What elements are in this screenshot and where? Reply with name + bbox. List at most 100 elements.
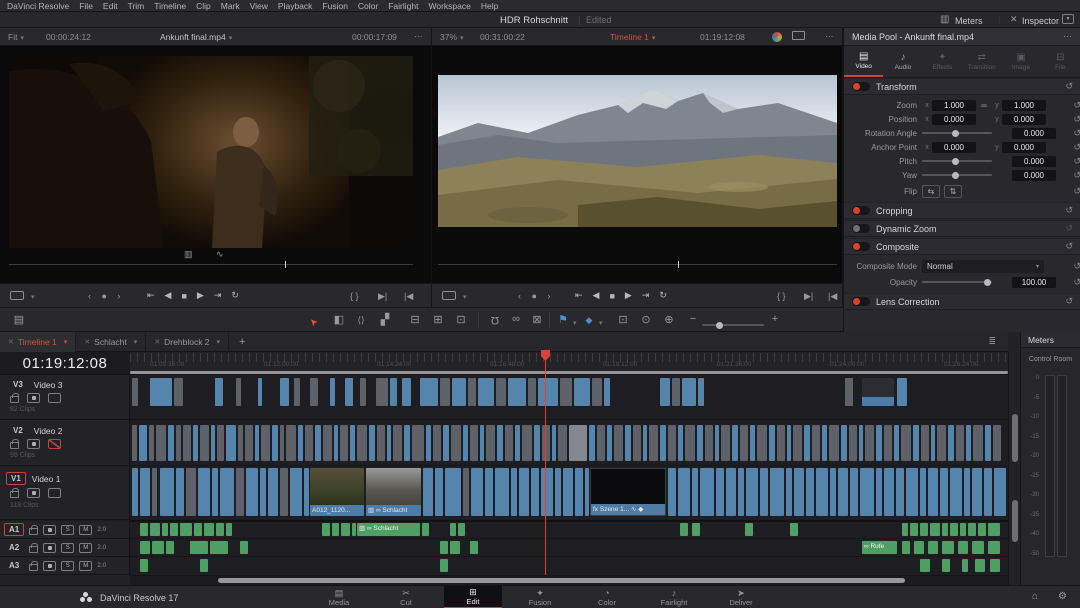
full-extent-zoom-icon[interactable]: ⊡ bbox=[614, 313, 632, 326]
timeline-clip[interactable] bbox=[682, 378, 696, 406]
scrollbar-handle[interactable] bbox=[1012, 500, 1018, 542]
timeline-clip[interactable] bbox=[445, 468, 461, 516]
timeline-clip[interactable] bbox=[420, 378, 438, 406]
timeline-clip[interactable] bbox=[816, 468, 828, 516]
tab-transition[interactable]: ⇄Transition bbox=[962, 46, 1001, 77]
timeline-clip[interactable] bbox=[745, 523, 753, 536]
source-options-menu[interactable]: ⋯ bbox=[414, 31, 423, 42]
timeline-clip[interactable] bbox=[485, 468, 493, 516]
timeline-clip[interactable] bbox=[884, 468, 894, 516]
timeline-clip[interactable] bbox=[990, 559, 1000, 572]
timeline-clip[interactable] bbox=[865, 425, 874, 461]
timeline-clip[interactable] bbox=[668, 468, 676, 516]
source-scrub-playhead[interactable] bbox=[285, 261, 286, 268]
reset-icon[interactable]: ↺ bbox=[1065, 81, 1073, 92]
timeline-clip[interactable] bbox=[897, 378, 907, 406]
timeline-clip[interactable] bbox=[726, 468, 736, 516]
timeline-clip[interactable] bbox=[458, 523, 465, 536]
timeline-clip[interactable] bbox=[194, 523, 202, 536]
timeline-clip[interactable] bbox=[422, 523, 429, 536]
timeline-clip[interactable] bbox=[443, 425, 449, 461]
source-timecode-duration[interactable]: 00:00:17:09 bbox=[352, 32, 397, 42]
timeline-clip[interactable] bbox=[345, 378, 353, 406]
timeline-clip[interactable] bbox=[975, 559, 985, 572]
close-icon[interactable]: ✕ bbox=[154, 338, 160, 346]
dynamic-trim-mode-tool[interactable]: ⟨⟩ bbox=[352, 315, 370, 326]
menu-item-edit[interactable]: Edit bbox=[103, 1, 118, 11]
timeline-ruler[interactable]: 01:09:36:00 01:12:00:00 01:14:24:00 01:1… bbox=[130, 352, 1008, 375]
timeline-clip[interactable] bbox=[258, 378, 262, 406]
timeline-clip[interactable] bbox=[649, 425, 658, 461]
source-scrub-bar[interactable] bbox=[9, 264, 413, 265]
auto-select-icon[interactable] bbox=[43, 543, 56, 553]
timeline-clip[interactable] bbox=[822, 425, 827, 461]
source-timecode-in[interactable]: 00:00:24:12 bbox=[46, 32, 91, 42]
timeline-clip[interactable] bbox=[519, 468, 529, 516]
timeline-horizontal-scrollbar[interactable] bbox=[130, 575, 1008, 585]
meters-toggle-button[interactable]: Meters bbox=[955, 16, 983, 26]
color-wheels-icon[interactable] bbox=[772, 32, 782, 42]
timeline-clip[interactable] bbox=[352, 523, 356, 536]
reset-icon[interactable]: ↺ bbox=[1073, 128, 1080, 139]
panel-layout-toggle-icon[interactable]: ▾ bbox=[1062, 14, 1074, 24]
timeline-clip[interactable] bbox=[377, 425, 385, 461]
timeline-clip[interactable] bbox=[790, 523, 798, 536]
detail-zoom-icon[interactable]: ⊙ bbox=[637, 313, 655, 326]
timeline-clip[interactable] bbox=[542, 425, 550, 461]
reset-icon[interactable]: ↺ bbox=[1065, 223, 1073, 234]
timeline-clip[interactable] bbox=[678, 468, 690, 516]
timeline-clip[interactable] bbox=[625, 425, 631, 461]
timeline-clip[interactable] bbox=[486, 425, 495, 461]
timeline-clip[interactable] bbox=[280, 468, 288, 516]
timeline-clip[interactable] bbox=[541, 468, 553, 516]
position-lock-icon[interactable]: ⊠ bbox=[528, 313, 546, 326]
zoom-out-button[interactable]: − bbox=[684, 313, 702, 325]
timeline-clip[interactable] bbox=[902, 541, 910, 554]
auto-select-icon[interactable] bbox=[27, 393, 40, 403]
timeline-clip[interactable] bbox=[452, 378, 466, 406]
timeline-clip[interactable] bbox=[186, 468, 196, 516]
razor-tool[interactable]: ▞ bbox=[376, 313, 394, 326]
timeline-clip[interactable] bbox=[884, 425, 892, 461]
timeline-clip[interactable] bbox=[984, 468, 992, 516]
source-display-mode-icon[interactable] bbox=[10, 291, 24, 300]
timeline-clip[interactable] bbox=[166, 541, 174, 554]
timeline-clip[interactable] bbox=[660, 378, 670, 406]
overwrite-clip-button[interactable]: ⊞ bbox=[429, 313, 447, 326]
section-transform[interactable]: Transform ↺ bbox=[844, 78, 1080, 95]
timeline-clip[interactable] bbox=[170, 523, 178, 536]
track-badge[interactable]: V3 bbox=[8, 378, 28, 391]
timeline-clip[interactable] bbox=[721, 425, 730, 461]
timeline-clip[interactable] bbox=[183, 425, 191, 461]
timeline-clip[interactable] bbox=[261, 425, 270, 461]
timeline-clip[interactable] bbox=[280, 378, 289, 406]
timeline-playhead[interactable] bbox=[545, 352, 546, 575]
timeline-clip[interactable] bbox=[215, 378, 223, 406]
timeline-clip[interactable] bbox=[672, 378, 680, 406]
timeline-timecode-display[interactable]: 01:19:12:08 bbox=[0, 352, 130, 375]
timeline-clip[interactable] bbox=[894, 425, 899, 461]
timeline-clip[interactable] bbox=[750, 425, 755, 461]
timeline-clip[interactable] bbox=[862, 378, 894, 406]
timeline-clip[interactable] bbox=[152, 541, 164, 554]
timeline-clip[interactable] bbox=[376, 378, 388, 406]
timeline-clip[interactable] bbox=[740, 425, 748, 461]
track-header-a2[interactable]: A2 S M 2.0 bbox=[0, 539, 130, 557]
timeline-clip[interactable] bbox=[433, 425, 441, 461]
timeline-zoom-select[interactable]: 37%▾ bbox=[440, 32, 464, 42]
timeline-clip[interactable] bbox=[685, 425, 695, 461]
timeline-select[interactable]: Timeline 1▾ bbox=[610, 32, 655, 42]
timeline-clip[interactable] bbox=[988, 523, 1000, 536]
scrollbar-handle[interactable] bbox=[1012, 414, 1018, 462]
tab-audio[interactable]: ♪Audio bbox=[883, 46, 922, 77]
timeline-clip[interactable] bbox=[769, 425, 775, 461]
timeline-clip[interactable] bbox=[958, 541, 968, 554]
timeline-clip[interactable] bbox=[948, 425, 954, 461]
lens-correction-toggle[interactable] bbox=[852, 297, 870, 306]
timeline-clip[interactable] bbox=[607, 425, 612, 461]
project-settings-icon[interactable]: ⚙ bbox=[1058, 592, 1067, 602]
solo-button[interactable]: S bbox=[61, 525, 74, 535]
custom-zoom-icon[interactable]: ⊕ bbox=[660, 313, 678, 326]
timeline-tab-1[interactable]: ✕Timeline 1▾ bbox=[0, 332, 76, 352]
timeline-clip[interactable] bbox=[692, 523, 700, 536]
